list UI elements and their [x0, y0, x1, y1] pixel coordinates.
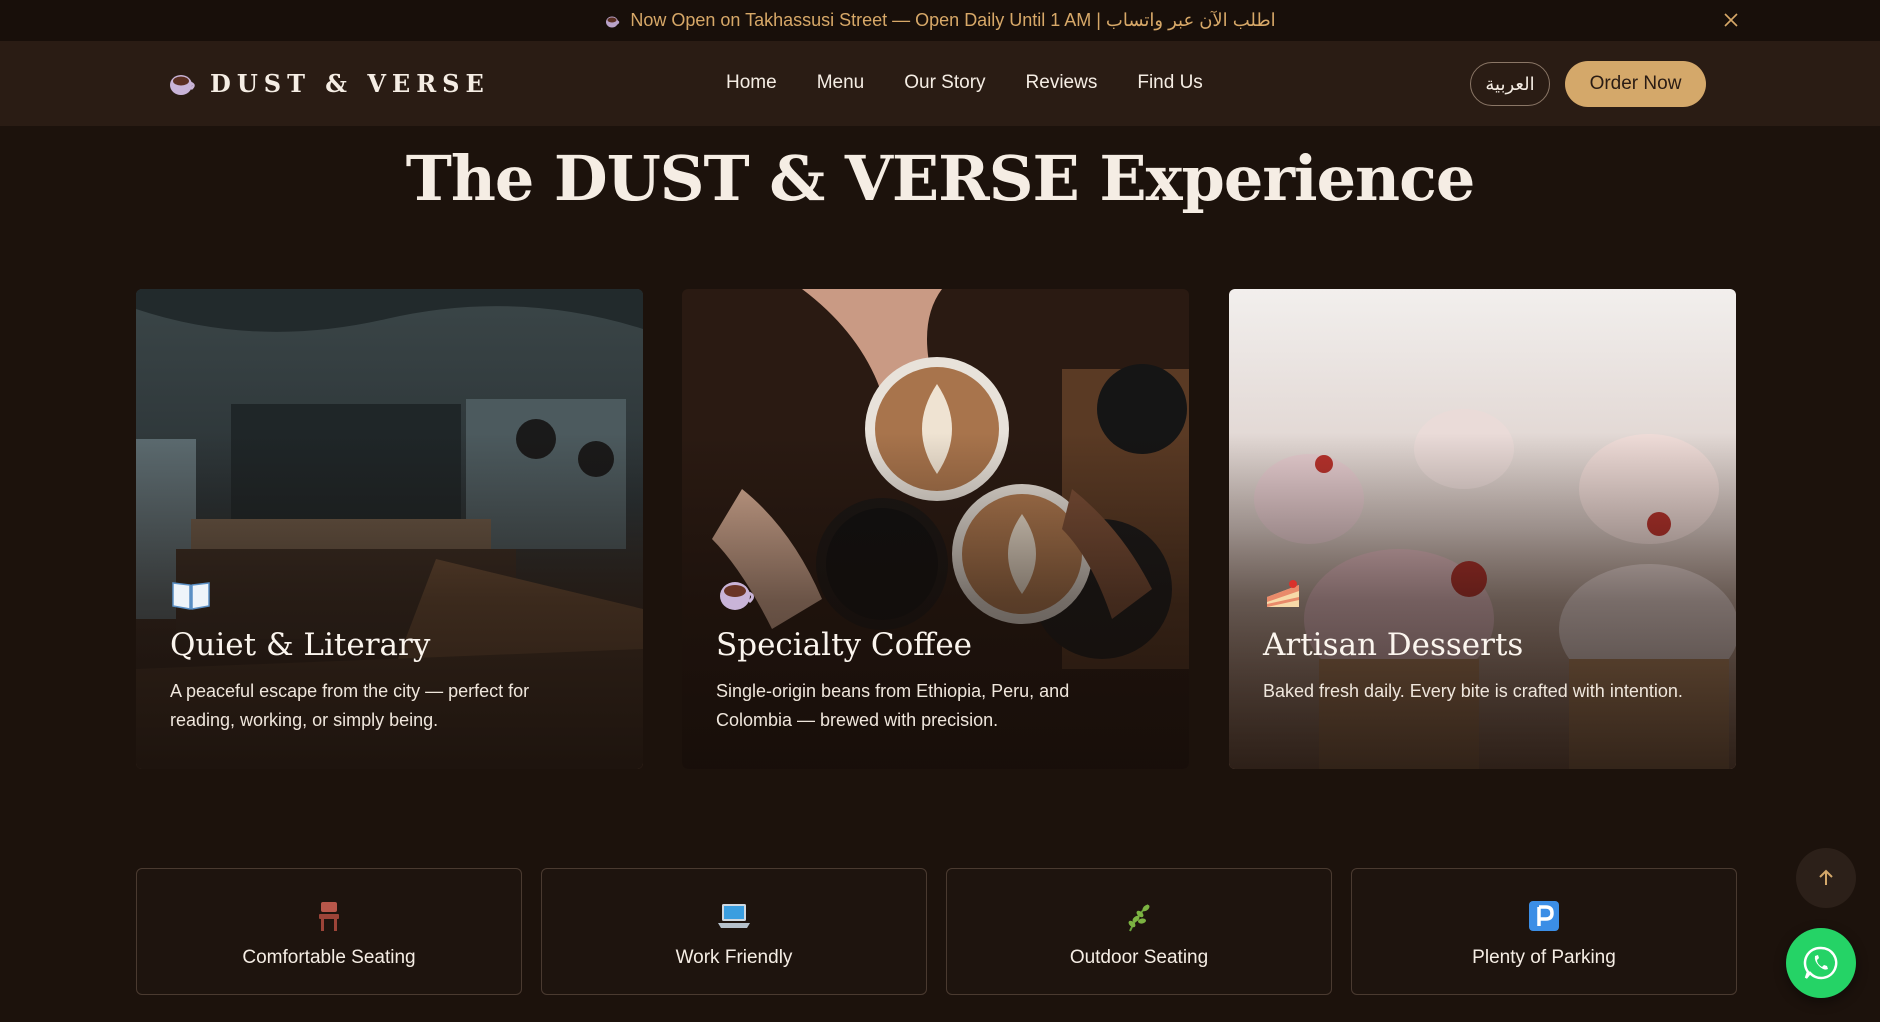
- experience-card-quiet-literary[interactable]: Quiet & Literary A peaceful escape from …: [136, 289, 643, 769]
- scroll-to-top-button[interactable]: [1796, 848, 1856, 908]
- coffee-cup-icon: [170, 74, 195, 95]
- chair-icon: [319, 902, 339, 931]
- nav-link-home[interactable]: Home: [726, 72, 777, 94]
- card-description: Baked fresh daily. Every bite is crafted…: [1263, 681, 1683, 701]
- language-toggle-button[interactable]: العربية: [1470, 62, 1550, 106]
- parking-icon: [1529, 901, 1559, 931]
- feature-label: Plenty of Parking: [1472, 947, 1616, 968]
- card-description: A peaceful escape from the city — perfec…: [170, 681, 530, 730]
- arrow-up-icon: [1819, 869, 1833, 885]
- nav-link-menu[interactable]: Menu: [817, 72, 865, 94]
- feature-label: Outdoor Seating: [1069, 947, 1209, 968]
- herb-icon: [1128, 904, 1150, 932]
- card-title: Artisan Desserts: [1263, 627, 1524, 663]
- navbar: DUST & VERSE Home Menu Our Story Reviews…: [0, 41, 1880, 126]
- nav-link-find-us[interactable]: Find Us: [1137, 72, 1202, 94]
- logo[interactable]: DUST & VERSE: [168, 69, 490, 98]
- card-description: Single-origin beans from Ethiopia, Peru,…: [716, 681, 1070, 730]
- logo-text: DUST & VERSE: [210, 69, 490, 98]
- experience-card-specialty-coffee[interactable]: Specialty Coffee Single-origin beans fro…: [682, 289, 1189, 769]
- coffee-cup-icon: [606, 16, 620, 27]
- laptop-icon: [718, 904, 750, 928]
- whatsapp-icon: [1803, 946, 1838, 980]
- cake-slice-icon: [1267, 580, 1299, 607]
- announcement-bar: Now Open on Takhassusi Street — Open Dai…: [0, 0, 1880, 41]
- nav-link-our-story[interactable]: Our Story: [904, 72, 985, 94]
- whatsapp-button[interactable]: [1786, 928, 1856, 998]
- coffee-cup-icon: [720, 582, 754, 610]
- feature-comfortable-seating: Comfortable Seating: [136, 868, 522, 995]
- card-title: Quiet & Literary: [170, 627, 431, 663]
- experience-card-artisan-desserts[interactable]: Artisan Desserts Baked fresh daily. Ever…: [1229, 289, 1736, 769]
- feature-outdoor-seating: Outdoor Seating: [946, 868, 1332, 995]
- section-title: The DUST & VERSE Experience: [405, 142, 1476, 215]
- order-now-button[interactable]: Order Now: [1565, 61, 1706, 107]
- feature-label: Comfortable Seating: [242, 947, 416, 968]
- announcement-text: Now Open on Takhassusi Street — Open Dai…: [630, 10, 1276, 30]
- open-book-icon: [172, 582, 210, 610]
- feature-plenty-of-parking: Plenty of Parking: [1351, 868, 1737, 995]
- nav-link-reviews[interactable]: Reviews: [1026, 72, 1098, 94]
- feature-work-friendly: Work Friendly: [541, 868, 927, 995]
- feature-label: Work Friendly: [675, 947, 793, 968]
- card-title: Specialty Coffee: [716, 627, 973, 663]
- close-icon[interactable]: [1722, 11, 1740, 29]
- nav-links: Home Menu Our Story Reviews Find Us: [726, 72, 1243, 94]
